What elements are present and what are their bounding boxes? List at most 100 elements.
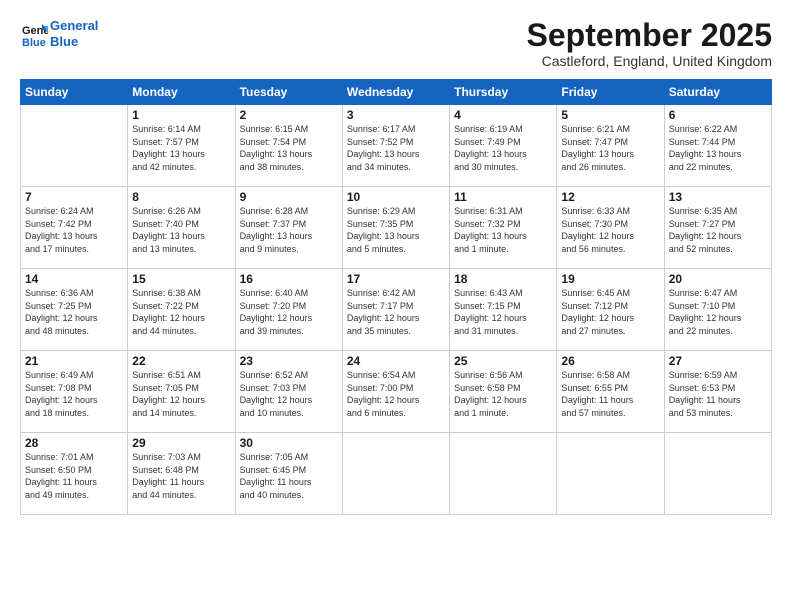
day-info: Sunrise: 6:15 AM Sunset: 7:54 PM Dayligh… <box>240 123 338 173</box>
day-number: 18 <box>454 272 552 286</box>
day-info: Sunrise: 7:03 AM Sunset: 6:48 PM Dayligh… <box>132 451 230 501</box>
day-info: Sunrise: 6:36 AM Sunset: 7:25 PM Dayligh… <box>25 287 123 337</box>
page-header: General Blue General Blue September 2025… <box>20 18 772 69</box>
location: Castleford, England, United Kingdom <box>527 53 772 69</box>
day-number: 5 <box>561 108 659 122</box>
day-number: 26 <box>561 354 659 368</box>
logo-text-line1: General <box>50 18 98 34</box>
day-number: 27 <box>669 354 767 368</box>
day-info: Sunrise: 6:45 AM Sunset: 7:12 PM Dayligh… <box>561 287 659 337</box>
day-info: Sunrise: 6:29 AM Sunset: 7:35 PM Dayligh… <box>347 205 445 255</box>
day-number: 24 <box>347 354 445 368</box>
day-number: 11 <box>454 190 552 204</box>
table-row: 8Sunrise: 6:26 AM Sunset: 7:40 PM Daylig… <box>128 187 235 269</box>
col-friday: Friday <box>557 80 664 105</box>
day-info: Sunrise: 6:59 AM Sunset: 6:53 PM Dayligh… <box>669 369 767 419</box>
day-number: 14 <box>25 272 123 286</box>
day-number: 4 <box>454 108 552 122</box>
day-info: Sunrise: 6:58 AM Sunset: 6:55 PM Dayligh… <box>561 369 659 419</box>
day-info: Sunrise: 6:56 AM Sunset: 6:58 PM Dayligh… <box>454 369 552 419</box>
table-row: 13Sunrise: 6:35 AM Sunset: 7:27 PM Dayli… <box>664 187 771 269</box>
day-info: Sunrise: 6:19 AM Sunset: 7:49 PM Dayligh… <box>454 123 552 173</box>
day-number: 1 <box>132 108 230 122</box>
day-number: 10 <box>347 190 445 204</box>
day-number: 3 <box>347 108 445 122</box>
calendar-table: Sunday Monday Tuesday Wednesday Thursday… <box>20 79 772 515</box>
table-row: 22Sunrise: 6:51 AM Sunset: 7:05 PM Dayli… <box>128 351 235 433</box>
day-number: 8 <box>132 190 230 204</box>
day-info: Sunrise: 6:22 AM Sunset: 7:44 PM Dayligh… <box>669 123 767 173</box>
day-info: Sunrise: 6:26 AM Sunset: 7:40 PM Dayligh… <box>132 205 230 255</box>
calendar-week-row: 28Sunrise: 7:01 AM Sunset: 6:50 PM Dayli… <box>21 433 772 515</box>
table-row: 21Sunrise: 6:49 AM Sunset: 7:08 PM Dayli… <box>21 351 128 433</box>
table-row <box>342 433 449 515</box>
day-info: Sunrise: 6:24 AM Sunset: 7:42 PM Dayligh… <box>25 205 123 255</box>
logo: General Blue General Blue <box>20 18 98 49</box>
table-row: 26Sunrise: 6:58 AM Sunset: 6:55 PM Dayli… <box>557 351 664 433</box>
day-info: Sunrise: 6:17 AM Sunset: 7:52 PM Dayligh… <box>347 123 445 173</box>
table-row: 5Sunrise: 6:21 AM Sunset: 7:47 PM Daylig… <box>557 105 664 187</box>
day-number: 19 <box>561 272 659 286</box>
logo-text-line2: Blue <box>50 34 98 50</box>
table-row: 24Sunrise: 6:54 AM Sunset: 7:00 PM Dayli… <box>342 351 449 433</box>
day-number: 2 <box>240 108 338 122</box>
table-row <box>664 433 771 515</box>
table-row: 11Sunrise: 6:31 AM Sunset: 7:32 PM Dayli… <box>450 187 557 269</box>
day-number: 20 <box>669 272 767 286</box>
day-info: Sunrise: 6:51 AM Sunset: 7:05 PM Dayligh… <box>132 369 230 419</box>
day-number: 30 <box>240 436 338 450</box>
table-row: 9Sunrise: 6:28 AM Sunset: 7:37 PM Daylig… <box>235 187 342 269</box>
day-info: Sunrise: 7:01 AM Sunset: 6:50 PM Dayligh… <box>25 451 123 501</box>
table-row: 14Sunrise: 6:36 AM Sunset: 7:25 PM Dayli… <box>21 269 128 351</box>
col-sunday: Sunday <box>21 80 128 105</box>
day-info: Sunrise: 6:47 AM Sunset: 7:10 PM Dayligh… <box>669 287 767 337</box>
table-row: 3Sunrise: 6:17 AM Sunset: 7:52 PM Daylig… <box>342 105 449 187</box>
col-saturday: Saturday <box>664 80 771 105</box>
day-info: Sunrise: 6:42 AM Sunset: 7:17 PM Dayligh… <box>347 287 445 337</box>
day-number: 21 <box>25 354 123 368</box>
day-number: 12 <box>561 190 659 204</box>
day-number: 15 <box>132 272 230 286</box>
day-info: Sunrise: 6:33 AM Sunset: 7:30 PM Dayligh… <box>561 205 659 255</box>
table-row: 6Sunrise: 6:22 AM Sunset: 7:44 PM Daylig… <box>664 105 771 187</box>
table-row: 7Sunrise: 6:24 AM Sunset: 7:42 PM Daylig… <box>21 187 128 269</box>
table-row: 30Sunrise: 7:05 AM Sunset: 6:45 PM Dayli… <box>235 433 342 515</box>
table-row: 1Sunrise: 6:14 AM Sunset: 7:57 PM Daylig… <box>128 105 235 187</box>
day-number: 28 <box>25 436 123 450</box>
day-number: 7 <box>25 190 123 204</box>
month-title: September 2025 <box>527 18 772 53</box>
col-wednesday: Wednesday <box>342 80 449 105</box>
day-number: 9 <box>240 190 338 204</box>
table-row: 15Sunrise: 6:38 AM Sunset: 7:22 PM Dayli… <box>128 269 235 351</box>
table-row: 18Sunrise: 6:43 AM Sunset: 7:15 PM Dayli… <box>450 269 557 351</box>
col-thursday: Thursday <box>450 80 557 105</box>
title-block: September 2025 Castleford, England, Unit… <box>527 18 772 69</box>
calendar-header-row: Sunday Monday Tuesday Wednesday Thursday… <box>21 80 772 105</box>
svg-text:Blue: Blue <box>22 37 46 48</box>
day-number: 16 <box>240 272 338 286</box>
day-number: 17 <box>347 272 445 286</box>
day-number: 22 <box>132 354 230 368</box>
table-row: 27Sunrise: 6:59 AM Sunset: 6:53 PM Dayli… <box>664 351 771 433</box>
col-monday: Monday <box>128 80 235 105</box>
day-number: 29 <box>132 436 230 450</box>
table-row: 20Sunrise: 6:47 AM Sunset: 7:10 PM Dayli… <box>664 269 771 351</box>
day-info: Sunrise: 7:05 AM Sunset: 6:45 PM Dayligh… <box>240 451 338 501</box>
day-number: 6 <box>669 108 767 122</box>
day-info: Sunrise: 6:49 AM Sunset: 7:08 PM Dayligh… <box>25 369 123 419</box>
day-number: 13 <box>669 190 767 204</box>
day-number: 23 <box>240 354 338 368</box>
day-info: Sunrise: 6:38 AM Sunset: 7:22 PM Dayligh… <box>132 287 230 337</box>
table-row: 29Sunrise: 7:03 AM Sunset: 6:48 PM Dayli… <box>128 433 235 515</box>
day-info: Sunrise: 6:35 AM Sunset: 7:27 PM Dayligh… <box>669 205 767 255</box>
table-row: 25Sunrise: 6:56 AM Sunset: 6:58 PM Dayli… <box>450 351 557 433</box>
day-info: Sunrise: 6:14 AM Sunset: 7:57 PM Dayligh… <box>132 123 230 173</box>
day-info: Sunrise: 6:54 AM Sunset: 7:00 PM Dayligh… <box>347 369 445 419</box>
day-info: Sunrise: 6:31 AM Sunset: 7:32 PM Dayligh… <box>454 205 552 255</box>
day-info: Sunrise: 6:40 AM Sunset: 7:20 PM Dayligh… <box>240 287 338 337</box>
table-row: 4Sunrise: 6:19 AM Sunset: 7:49 PM Daylig… <box>450 105 557 187</box>
calendar-week-row: 1Sunrise: 6:14 AM Sunset: 7:57 PM Daylig… <box>21 105 772 187</box>
day-number: 25 <box>454 354 552 368</box>
table-row: 28Sunrise: 7:01 AM Sunset: 6:50 PM Dayli… <box>21 433 128 515</box>
table-row: 17Sunrise: 6:42 AM Sunset: 7:17 PM Dayli… <box>342 269 449 351</box>
